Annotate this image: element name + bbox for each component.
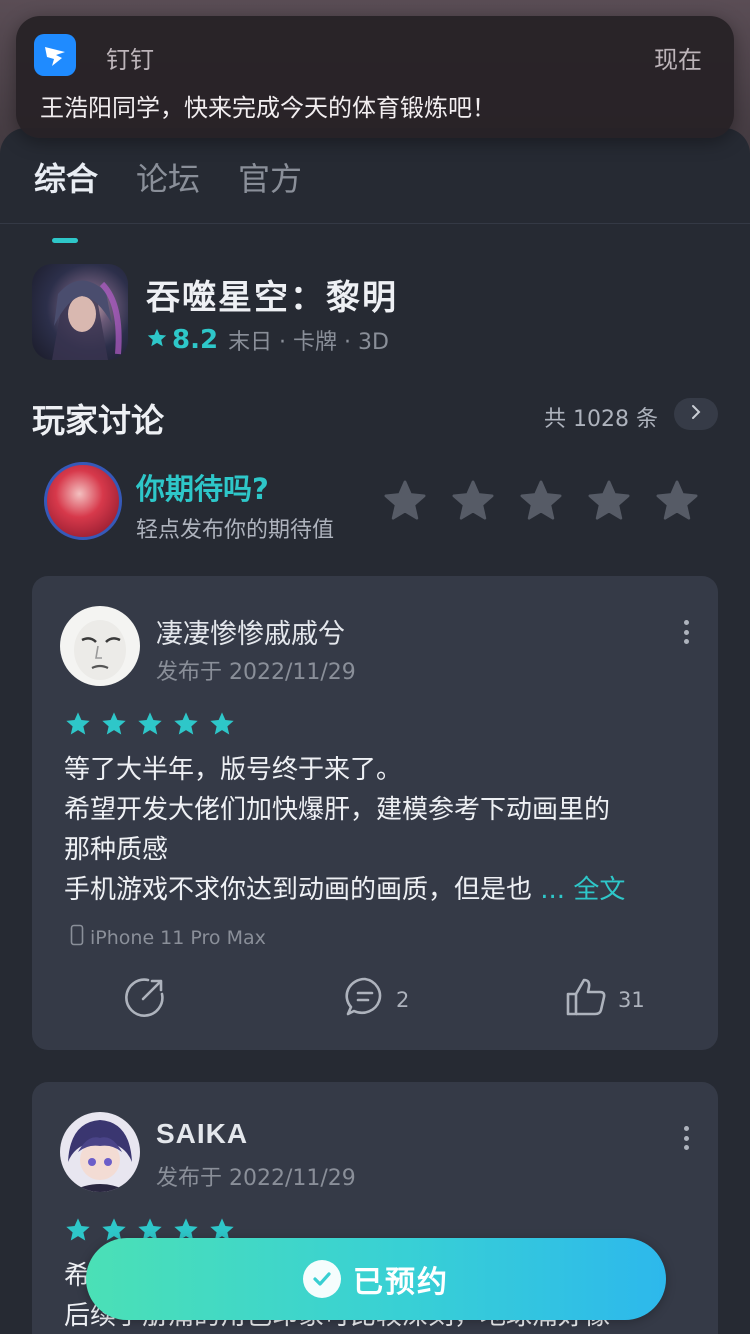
more-options-icon[interactable] (682, 620, 690, 644)
star-icon (146, 327, 168, 353)
rate-star-4[interactable] (586, 478, 632, 528)
tab-active-indicator (52, 238, 78, 243)
reviewer-avatar[interactable] (60, 1112, 140, 1192)
review-line: 那种质感 (64, 835, 169, 865)
device-name: iPhone 11 Pro Max (90, 926, 266, 949)
chevron-right-icon (689, 403, 703, 425)
check-icon (303, 1260, 341, 1298)
discussion-title: 玩家讨论 (32, 401, 164, 440)
tab-official[interactable]: 官方 (238, 154, 302, 200)
star-icon (102, 712, 126, 735)
game-detail-sheet: 综合 论坛 官方 吞噬星空：黎明 8.2 末日 · 卡牌 · 3D 玩家讨论 共… (0, 128, 750, 1334)
game-title: 吞噬星空：黎明 (146, 278, 398, 318)
discussion-more-button[interactable] (674, 398, 718, 430)
rate-star-2[interactable] (450, 478, 496, 528)
review-line: 希望开发大佬们加快爆肝，建模参考下动画里的 (64, 795, 611, 825)
game-cover-image[interactable] (32, 264, 128, 360)
comment-icon (344, 976, 386, 1023)
comment-count: 2 (396, 987, 410, 1012)
review-line: 手机游戏不求你达到动画的画质，但是也 ... 全文 (64, 870, 694, 910)
review-date: 发布于 2022/11/29 (156, 1166, 356, 1191)
reserved-label: 已预约 (353, 1265, 449, 1300)
share-button[interactable] (124, 976, 166, 1023)
game-tags: 末日 · 卡牌 · 3D (228, 330, 389, 355)
star-icon (138, 712, 162, 735)
share-icon (124, 976, 166, 1023)
tab-divider (0, 223, 750, 224)
review-date: 发布于 2022/11/29 (156, 660, 356, 685)
notification-message: 王浩阳同学，快来完成今天的体育锻炼吧！ (40, 94, 496, 122)
notification-banner[interactable]: 钉钉 现在 王浩阳同学，快来完成今天的体育锻炼吧！ (16, 16, 734, 138)
thumbs-up-icon (564, 976, 608, 1023)
review-stars (64, 710, 236, 738)
game-rating-row: 8.2 末日 · 卡牌 · 3D (146, 324, 389, 356)
expectation-question: 你期待吗? (136, 472, 269, 506)
like-count: 31 (618, 987, 645, 1012)
star-icon (66, 1218, 90, 1241)
expectation-star-rating (382, 478, 700, 528)
star-icon (66, 712, 90, 735)
review-line-text: 手机游戏不求你达到动画的画质，但是也 (64, 875, 533, 905)
reviewer-avatar[interactable] (60, 606, 140, 686)
rate-star-3[interactable] (518, 478, 564, 528)
discussion-count[interactable]: 共 1028 条 (544, 401, 658, 433)
review-body[interactable]: 等了大半年，版号终于来了。 希望开发大佬们加快爆肝，建模参考下动画里的 那种质感… (64, 750, 694, 910)
review-actions: 2 31 (32, 976, 718, 1020)
review-line: 等了大半年，版号终于来了。 (64, 755, 403, 785)
phone-icon (70, 924, 84, 951)
star-icon (174, 712, 198, 735)
notification-app-name: 钉钉 (106, 46, 154, 74)
dingtalk-icon (34, 34, 76, 76)
more-options-icon[interactable] (682, 1126, 690, 1150)
user-avatar (44, 462, 122, 540)
expectation-subtitle: 轻点发布你的期待值 (136, 518, 335, 543)
read-full-link[interactable]: ... 全文 (540, 875, 625, 905)
notification-time: 现在 (654, 46, 702, 74)
game-rating: 8.2 (172, 325, 219, 355)
like-button[interactable]: 31 (564, 976, 645, 1023)
rate-star-1[interactable] (382, 478, 428, 528)
reviewer-name[interactable]: 凄凄惨惨戚戚兮 (156, 612, 345, 651)
comment-button[interactable]: 2 (344, 976, 409, 1023)
reviewer-name[interactable]: SAIKA (156, 1118, 248, 1150)
star-icon (210, 712, 234, 735)
tab-overview[interactable]: 综合 (34, 154, 98, 200)
tab-forum[interactable]: 论坛 (136, 154, 200, 200)
tab-bar: 综合 论坛 官方 (0, 154, 750, 243)
device-info: iPhone 11 Pro Max (70, 924, 266, 951)
review-card[interactable]: 凄凄惨惨戚戚兮 发布于 2022/11/29 等了大半年，版号终于来了。 希望开… (32, 576, 718, 1050)
reserved-button[interactable]: 已预约 (86, 1238, 666, 1320)
rate-star-5[interactable] (654, 478, 700, 528)
